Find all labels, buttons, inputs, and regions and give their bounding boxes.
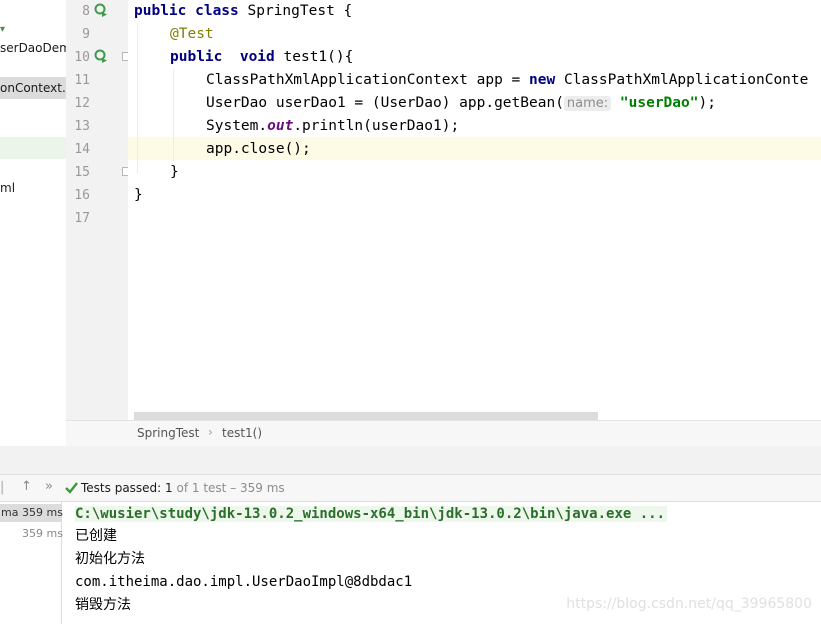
tree-item-applicationcontext[interactable]: onContext.x xyxy=(0,81,66,95)
console-text: C:\wusier\study\jdk-13.0.2_windows-x64_b… xyxy=(75,506,668,522)
test-row-time: 359 ms xyxy=(22,527,63,540)
console-text: com.itheima.dao.impl.UserDaoImpl@8dbdac1 xyxy=(75,574,413,590)
indent-guide xyxy=(173,69,174,161)
code-token: public void xyxy=(170,49,284,65)
code-line[interactable]: } xyxy=(170,161,179,184)
line-number: 16 xyxy=(74,188,90,203)
code-line[interactable]: ClassPathXmlApplicationContext app = new… xyxy=(206,69,808,92)
console-line: 初始化方法 xyxy=(75,548,145,570)
console-line: com.itheima.dao.impl.UserDaoImpl@8dbdac1 xyxy=(75,571,412,593)
line-number: 12 xyxy=(74,96,90,111)
console-line: 销毁方法 xyxy=(75,594,131,616)
double-chevron-icon[interactable]: » xyxy=(45,479,53,494)
test-row-time: 359 ms xyxy=(22,506,63,519)
code-token: ); xyxy=(698,95,716,111)
check-icon xyxy=(65,482,78,494)
code-line[interactable]: @Test xyxy=(170,23,214,46)
run-test-icon[interactable] xyxy=(94,3,108,17)
code-token: public class xyxy=(134,3,248,19)
tree-expander-icon[interactable]: ▾ xyxy=(0,24,5,35)
code-token: System. xyxy=(206,118,268,134)
status-prefix: Tests passed: xyxy=(81,481,162,495)
test-status: Tests passed: 1 of 1 test – 359 ms xyxy=(81,481,285,495)
code-token: UserDao userDao1 = (UserDao) app.getBean… xyxy=(206,95,564,111)
console-text: 销毁方法 xyxy=(75,597,131,613)
watermark: https://blog.csdn.net/qq_39965800 xyxy=(566,596,812,612)
status-suffix: of 1 test – 359 ms xyxy=(176,481,285,495)
code-line[interactable]: System.out.println(userDao1); xyxy=(206,115,459,138)
indent-guide xyxy=(137,23,138,173)
line-number: 17 xyxy=(74,211,90,226)
code-line[interactable]: UserDao userDao1 = (UserDao) app.getBean… xyxy=(206,92,716,115)
code-token: .println(userDao1); xyxy=(293,118,460,134)
line-number: 9 xyxy=(82,27,90,42)
code-token: test1(){ xyxy=(283,49,354,65)
code-token: } xyxy=(170,164,179,180)
code-token: app.close(); xyxy=(206,141,311,157)
code-token: } xyxy=(134,187,143,203)
breadcrumb-class[interactable]: SpringTest xyxy=(137,426,199,440)
line-number: 8 xyxy=(82,4,90,19)
code-token: "userDao" xyxy=(619,95,699,111)
horizontal-scrollbar[interactable] xyxy=(134,412,598,420)
console-command: C:\wusier\study\jdk-13.0.2_windows-x64_b… xyxy=(75,503,668,525)
tree-highlight xyxy=(0,137,66,159)
console-text: 已创建 xyxy=(75,528,117,544)
breadcrumb-method[interactable]: test1() xyxy=(222,426,262,440)
code-token: out xyxy=(267,118,294,134)
chevron-right-icon: › xyxy=(208,425,213,439)
arrow-up-icon[interactable]: ↑ xyxy=(21,479,32,494)
line-number: 10 xyxy=(74,50,90,65)
code-token: ClassPathXmlApplicationContext app = xyxy=(206,72,530,88)
code-token: ClassPathXmlApplicationConte xyxy=(563,72,809,88)
code-line[interactable]: } xyxy=(134,184,143,207)
test-row-name[interactable]: ma xyxy=(1,506,18,519)
code-token: SpringTest { xyxy=(247,3,353,19)
code-line[interactable]: app.close(); xyxy=(206,138,311,161)
line-number: 13 xyxy=(74,119,90,134)
line-number: 15 xyxy=(74,165,90,180)
code-line[interactable]: public class SpringTest { xyxy=(134,0,352,23)
console-line: 已创建 xyxy=(75,525,117,547)
console-text: 初始化方法 xyxy=(75,551,145,567)
project-tree[interactable]: ▾ serDaoDem onContext.x ml xyxy=(0,0,67,446)
tree-item-xml[interactable]: ml xyxy=(0,181,15,195)
code-token: @Test xyxy=(170,26,214,42)
line-number: 14 xyxy=(74,142,90,157)
code-line[interactable]: public void test1(){ xyxy=(170,46,353,69)
tool-window-header xyxy=(0,446,821,475)
toolbar-divider: | xyxy=(0,480,5,495)
run-test-icon[interactable] xyxy=(94,49,108,63)
passed-count: 1 xyxy=(165,481,173,495)
line-number: 11 xyxy=(74,73,90,88)
parameter-hint: name: xyxy=(563,96,612,111)
tree-item-userdaodemo[interactable]: serDaoDem xyxy=(0,41,66,55)
code-token: new xyxy=(529,72,564,88)
